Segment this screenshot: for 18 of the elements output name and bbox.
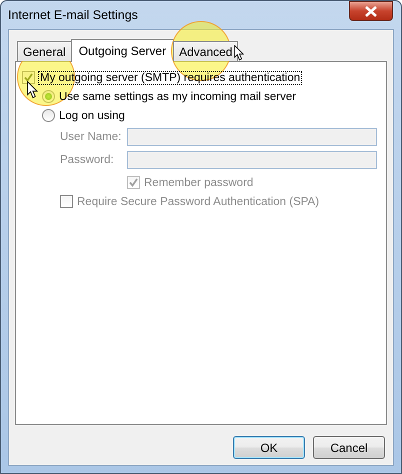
radio-label: Log on using — [59, 110, 125, 122]
cancel-button[interactable]: Cancel — [313, 436, 385, 459]
window-title: Internet E-mail Settings — [8, 8, 138, 22]
close-button[interactable] — [349, 1, 393, 21]
tab[interactable]: Advanced — [173, 41, 238, 61]
radio-button[interactable] — [42, 90, 55, 103]
close-icon — [365, 6, 377, 16]
tab[interactable]: General — [17, 41, 72, 61]
field-label: User Name: — [60, 130, 122, 142]
radio-button[interactable] — [42, 109, 55, 122]
tab[interactable]: Outgoing Server — [70, 39, 174, 62]
checkbox[interactable] — [22, 71, 35, 84]
ok-button[interactable]: OK — [233, 436, 305, 459]
checkbox[interactable] — [60, 195, 73, 208]
checkbox-label: Remember password — [144, 176, 254, 188]
field-label: Password: — [60, 154, 115, 166]
cursor-icon — [27, 81, 40, 99]
checkbox-label: Require Secure Password Authentication (SPA) — [77, 196, 320, 208]
